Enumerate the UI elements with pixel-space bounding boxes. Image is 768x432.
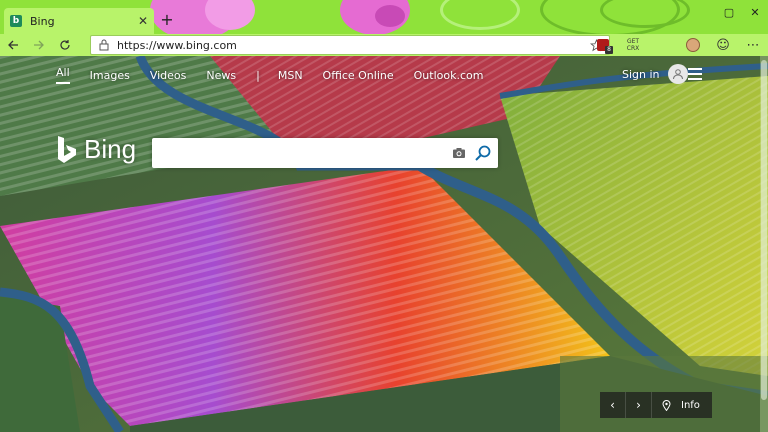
profile-avatar-icon [686, 38, 700, 52]
url-text[interactable]: https://www.bing.com [117, 39, 590, 52]
nav-outlook[interactable]: Outlook.com [414, 69, 484, 82]
bing-homepage: All Images Videos News | MSN Office Onli… [0, 56, 768, 432]
arrow-left-icon [8, 40, 18, 50]
refresh-icon [60, 40, 70, 50]
extension-badge: 8 [605, 46, 613, 54]
camera-icon[interactable] [452, 146, 466, 160]
navigation-bar: https://www.bing.com 8 GET CRX ☺ ⋯ [0, 34, 768, 56]
location-pin-icon [662, 399, 671, 411]
maximize-button[interactable]: ▢ [716, 0, 742, 24]
nav-all[interactable]: All [56, 66, 70, 84]
nav-videos[interactable]: Videos [150, 69, 187, 82]
theme-decoration [375, 5, 405, 27]
search-icon[interactable] [474, 144, 492, 162]
refresh-button[interactable] [52, 34, 78, 56]
hamburger-menu-icon[interactable] [688, 68, 702, 83]
search-box [152, 138, 498, 168]
image-carousel-controls: ‹ › Info [600, 392, 712, 418]
back-button[interactable] [0, 34, 26, 56]
info-label: Info [681, 399, 700, 411]
shield-icon: 8 [597, 39, 613, 54]
bing-logo[interactable]: Bing [56, 134, 136, 165]
new-tab-button[interactable]: + [158, 10, 176, 30]
tab-close-icon[interactable]: ✕ [138, 14, 148, 28]
previous-image-button[interactable]: ‹ [600, 392, 626, 418]
address-bar[interactable]: https://www.bing.com [90, 35, 610, 55]
feedback-button[interactable]: ☺ [708, 34, 738, 56]
get-crx-extension-button[interactable]: GET CRX [618, 34, 648, 56]
settings-menu-button[interactable]: ⋯ [738, 34, 768, 56]
ublock-extension-button[interactable]: 8 [588, 34, 618, 56]
nav-images[interactable]: Images [90, 69, 130, 82]
forward-button[interactable] [26, 34, 52, 56]
sign-in-button[interactable]: Sign in [622, 64, 688, 84]
user-icon [667, 64, 688, 84]
bing-wordmark: Bing [84, 134, 137, 164]
search-input[interactable] [160, 143, 440, 163]
nav-msn[interactable]: MSN [278, 69, 303, 82]
title-bar: b Bing ✕ + ▢ ✕ [0, 0, 768, 34]
arrow-right-icon [34, 40, 44, 50]
nav-separator: | [256, 68, 260, 82]
profile-button[interactable] [678, 34, 708, 56]
theme-decoration [440, 0, 520, 30]
more-icon: ⋯ [746, 37, 760, 53]
bing-logo-icon [58, 135, 76, 163]
sign-in-label: Sign in [622, 67, 660, 81]
tab-title: Bing [30, 14, 55, 28]
get-crx-icon: GET CRX [626, 38, 640, 52]
bing-favicon-icon: b [10, 15, 22, 27]
scrollbar-thumb[interactable] [761, 60, 767, 400]
background-image [0, 56, 768, 432]
top-navigation: All Images Videos News | MSN Office Onli… [56, 66, 503, 84]
image-info-button[interactable]: Info [652, 392, 712, 418]
close-window-button[interactable]: ✕ [742, 0, 768, 24]
next-image-button[interactable]: › [626, 392, 652, 418]
lock-icon [99, 39, 109, 51]
nav-office-online[interactable]: Office Online [323, 69, 394, 82]
smiley-icon: ☺ [716, 37, 730, 53]
tab-bing[interactable]: b Bing ✕ [4, 8, 154, 34]
page-scrollbar[interactable] [760, 56, 768, 432]
nav-news[interactable]: News [206, 69, 236, 82]
extensions-area: 8 GET CRX ☺ ⋯ [588, 34, 768, 56]
window-controls: ▢ ✕ [716, 0, 768, 24]
